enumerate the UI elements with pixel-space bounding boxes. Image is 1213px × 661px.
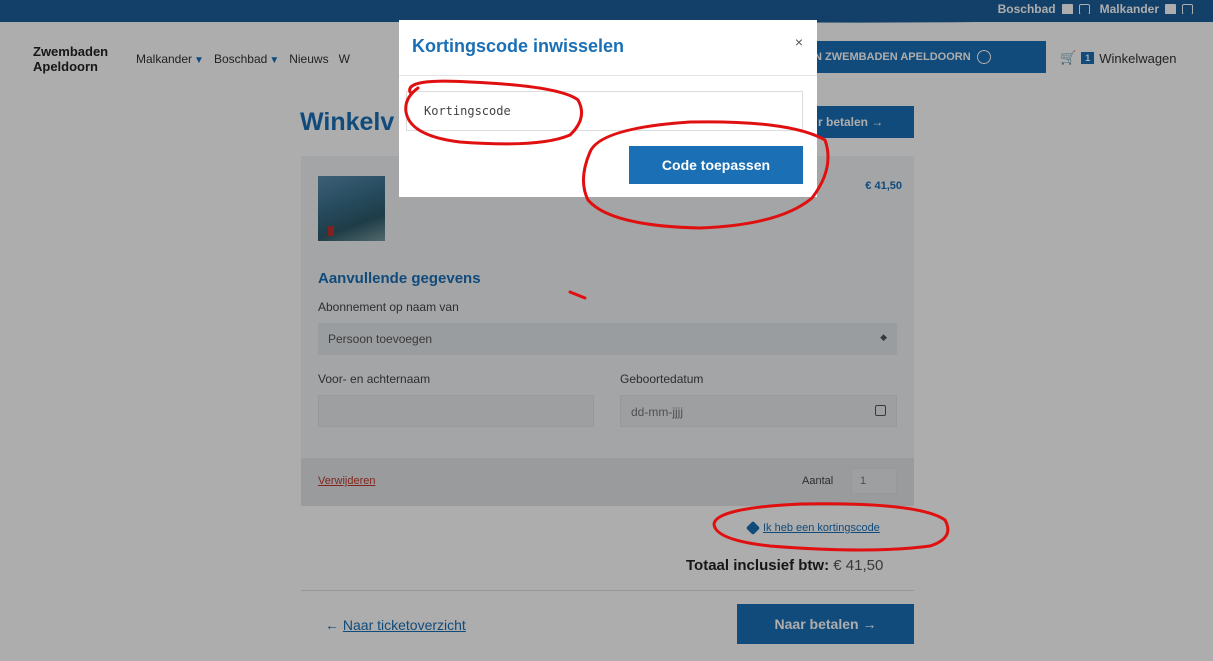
coupon-code-input[interactable] (406, 91, 803, 131)
apply-code-button[interactable]: Code toepassen (629, 146, 803, 184)
close-icon[interactable]: × (795, 34, 803, 50)
modal-title: Kortingscode inwisselen (412, 36, 625, 56)
coupon-modal: Kortingscode inwisselen × Code toepassen (399, 20, 817, 197)
modal-header: Kortingscode inwisselen × (399, 20, 817, 76)
